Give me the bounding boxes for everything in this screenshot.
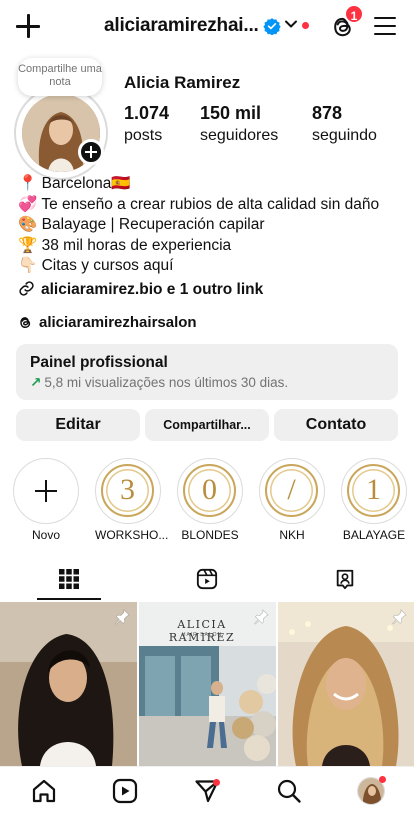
- account-notification-dot: [302, 22, 309, 29]
- chevron-down-icon[interactable]: [284, 17, 298, 31]
- post-grid: ALICIA RAMIREZ HAIR SALON: [0, 602, 414, 766]
- tagged-icon: [336, 569, 354, 590]
- bio-line: 🏆 38 mil horas de experiencia: [18, 236, 232, 254]
- highlight-cover: 1: [347, 464, 400, 517]
- notification-count-badge: 1: [344, 4, 364, 24]
- contact-button[interactable]: Contato: [274, 409, 398, 441]
- stat-posts-label: posts: [124, 127, 163, 144]
- pin-icon: [392, 609, 407, 625]
- username-title[interactable]: aliciaramirezhai...: [104, 15, 259, 37]
- direct-notification-dot: [213, 779, 220, 786]
- tab-posts-grid[interactable]: [0, 560, 138, 600]
- highlight-label: BLONDES: [181, 528, 239, 542]
- search-icon[interactable]: [275, 777, 303, 805]
- grid-icon: [59, 569, 79, 589]
- post-image: [0, 602, 137, 766]
- stat-followers-value: 150 mil: [200, 103, 262, 123]
- bio-line: 🎨 Balayage | Recuperación capilar: [18, 216, 265, 233]
- highlight-cover: 3: [101, 464, 154, 517]
- highlight-nkh[interactable]: / NKH: [259, 458, 325, 542]
- pin-icon: [115, 609, 130, 625]
- stat-followers-label: seguidores: [200, 127, 279, 144]
- highlight-label: NKH: [279, 528, 305, 542]
- highlight-cover: /: [265, 464, 318, 517]
- add-story-plus-icon[interactable]: [78, 139, 104, 165]
- link-icon: [19, 281, 34, 296]
- menu-hamburger-icon[interactable]: [374, 16, 398, 36]
- highlight-balayage[interactable]: 1 BALAYAGE: [341, 458, 407, 542]
- highlight-cover: 0: [183, 464, 236, 517]
- bio-line: 👇🏻 Citas y cursos aquí: [18, 257, 174, 274]
- stat-posts[interactable]: 1.074 posts: [124, 103, 169, 145]
- create-plus-icon[interactable]: [14, 12, 42, 40]
- stat-posts-value: 1.074: [124, 103, 170, 123]
- panel-subtitle-text: 5,8 mi visualizações nos últimos 30 dias…: [44, 375, 289, 390]
- reels-icon: [196, 568, 218, 590]
- professional-dashboard-panel[interactable]: Painel profissional ↗ 5,8 mi visualizaçõe…: [16, 344, 398, 400]
- panel-subtitle: ↗ 5,8 mi visualizações nos últimos 30 dia…: [30, 375, 384, 391]
- highlight-label: BALAYAGE: [342, 528, 406, 542]
- tab-reels[interactable]: [138, 560, 276, 600]
- bio-link[interactable]: aliciaramirez.bio e 1 outro link: [18, 280, 263, 299]
- bio-link-text: aliciaramirez.bio e 1 outro link: [41, 281, 264, 298]
- top-bar: aliciaramirezhai... 1: [0, 0, 414, 52]
- salon-sign-subtext: HAIR SALON: [181, 632, 223, 638]
- note-bubble[interactable]: Compartilhe uma nota: [18, 58, 102, 96]
- home-icon[interactable]: [30, 777, 58, 805]
- highlight-label: WORKSHO...: [95, 528, 169, 542]
- bottom-navigation: [0, 766, 414, 814]
- post-thumbnail[interactable]: [278, 602, 414, 766]
- threads-handle: aliciaramirezhairsalon: [39, 314, 197, 331]
- edit-profile-button[interactable]: Editar: [16, 409, 140, 441]
- panel-title: Painel profissional: [30, 354, 168, 371]
- verified-badge-icon: [263, 18, 281, 35]
- plus-icon: [35, 480, 57, 502]
- post-thumbnail[interactable]: [0, 602, 137, 766]
- display-name: Alicia Ramirez: [124, 73, 241, 92]
- profile-tabs: [0, 560, 414, 600]
- stat-following-label: seguindo: [312, 127, 377, 144]
- highlight-label: Novo: [31, 528, 60, 542]
- bio-line: 💞 Te enseño a crear rubios de alta calid…: [18, 195, 380, 213]
- reels-nav-icon[interactable]: [111, 777, 139, 805]
- highlight-new-circle: [13, 458, 79, 524]
- bio: 📍 Barcelona🇪🇸 💞 Te enseño a crear rubios…: [18, 174, 408, 277]
- pin-icon: [254, 609, 269, 625]
- post-thumbnail[interactable]: ALICIA RAMIREZ HAIR SALON: [139, 602, 276, 766]
- threads-small-icon: [20, 317, 31, 328]
- bio-line: 📍 Barcelona🇪🇸: [18, 175, 131, 192]
- highlight-circle: 3: [95, 458, 161, 524]
- share-profile-button[interactable]: Compartilhar...: [145, 409, 269, 441]
- highlight-workshop[interactable]: 3 WORKSHO...: [95, 458, 169, 542]
- salon-sign-text: ALICIA RAMIREZ: [168, 618, 236, 644]
- trend-up-icon: ↗: [30, 375, 42, 390]
- highlight-blondes[interactable]: 0 BLONDES: [177, 458, 243, 542]
- post-image: [278, 602, 414, 766]
- tab-tagged[interactable]: [276, 560, 414, 600]
- profile-notification-dot: [379, 776, 386, 783]
- stat-followers[interactable]: 150 mil seguidores: [200, 103, 278, 145]
- threads-profile-link[interactable]: aliciaramirezhairsalon: [18, 314, 197, 331]
- highlight-circle: 1: [341, 458, 407, 524]
- active-tab-indicator: [37, 598, 101, 600]
- stat-following-value: 878: [312, 103, 343, 123]
- highlight-new[interactable]: Novo: [13, 458, 79, 542]
- highlight-circle: 0: [177, 458, 243, 524]
- highlight-circle: /: [259, 458, 325, 524]
- stat-following[interactable]: 878 seguindo: [312, 103, 377, 145]
